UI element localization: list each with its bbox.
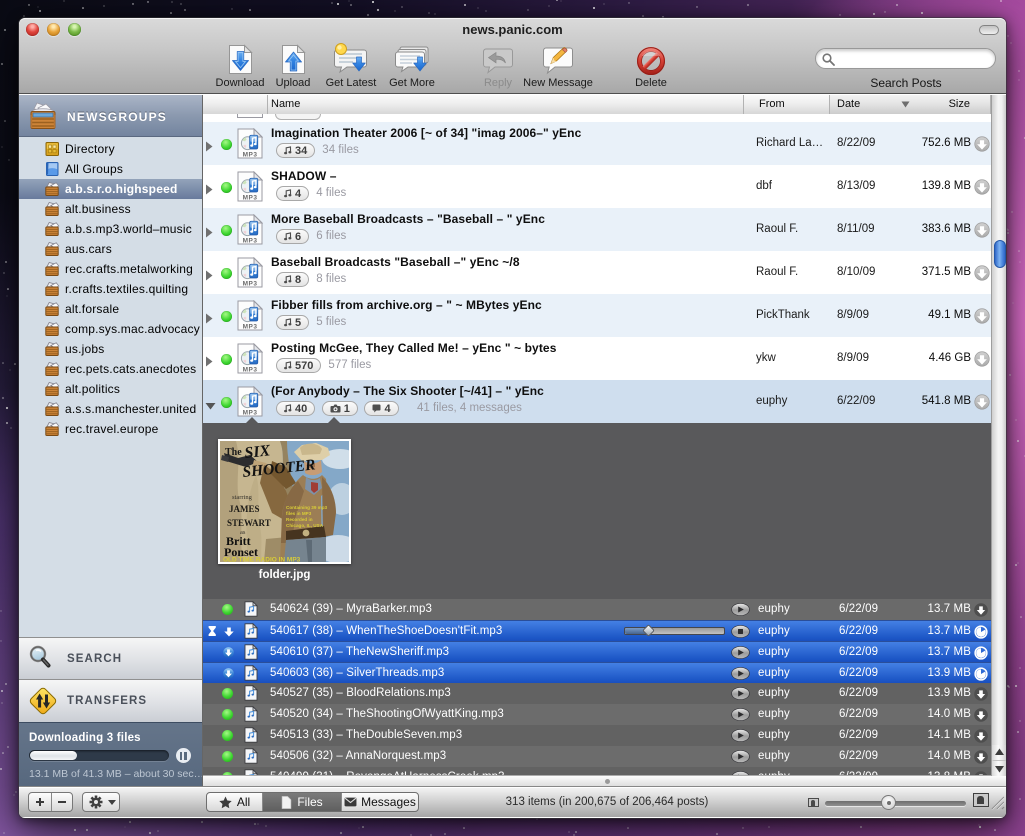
- svg-text:STEWART: STEWART: [227, 518, 271, 528]
- svg-text:The: The: [225, 447, 242, 458]
- svg-text:files in MP3: files in MP3: [286, 511, 312, 516]
- svg-text:SIX: SIX: [244, 442, 272, 462]
- svg-text:OLD TIME RADIO IN MP3: OLD TIME RADIO IN MP3: [223, 557, 301, 563]
- svg-text:Containing 39 mp3: Containing 39 mp3: [286, 505, 328, 510]
- svg-text:starring: starring: [232, 494, 253, 501]
- svg-text:Chicago, IL, USA: Chicago, IL, USA: [286, 523, 324, 528]
- svg-text:Recorded in: Recorded in: [286, 517, 313, 522]
- svg-text:JAMES: JAMES: [229, 504, 260, 514]
